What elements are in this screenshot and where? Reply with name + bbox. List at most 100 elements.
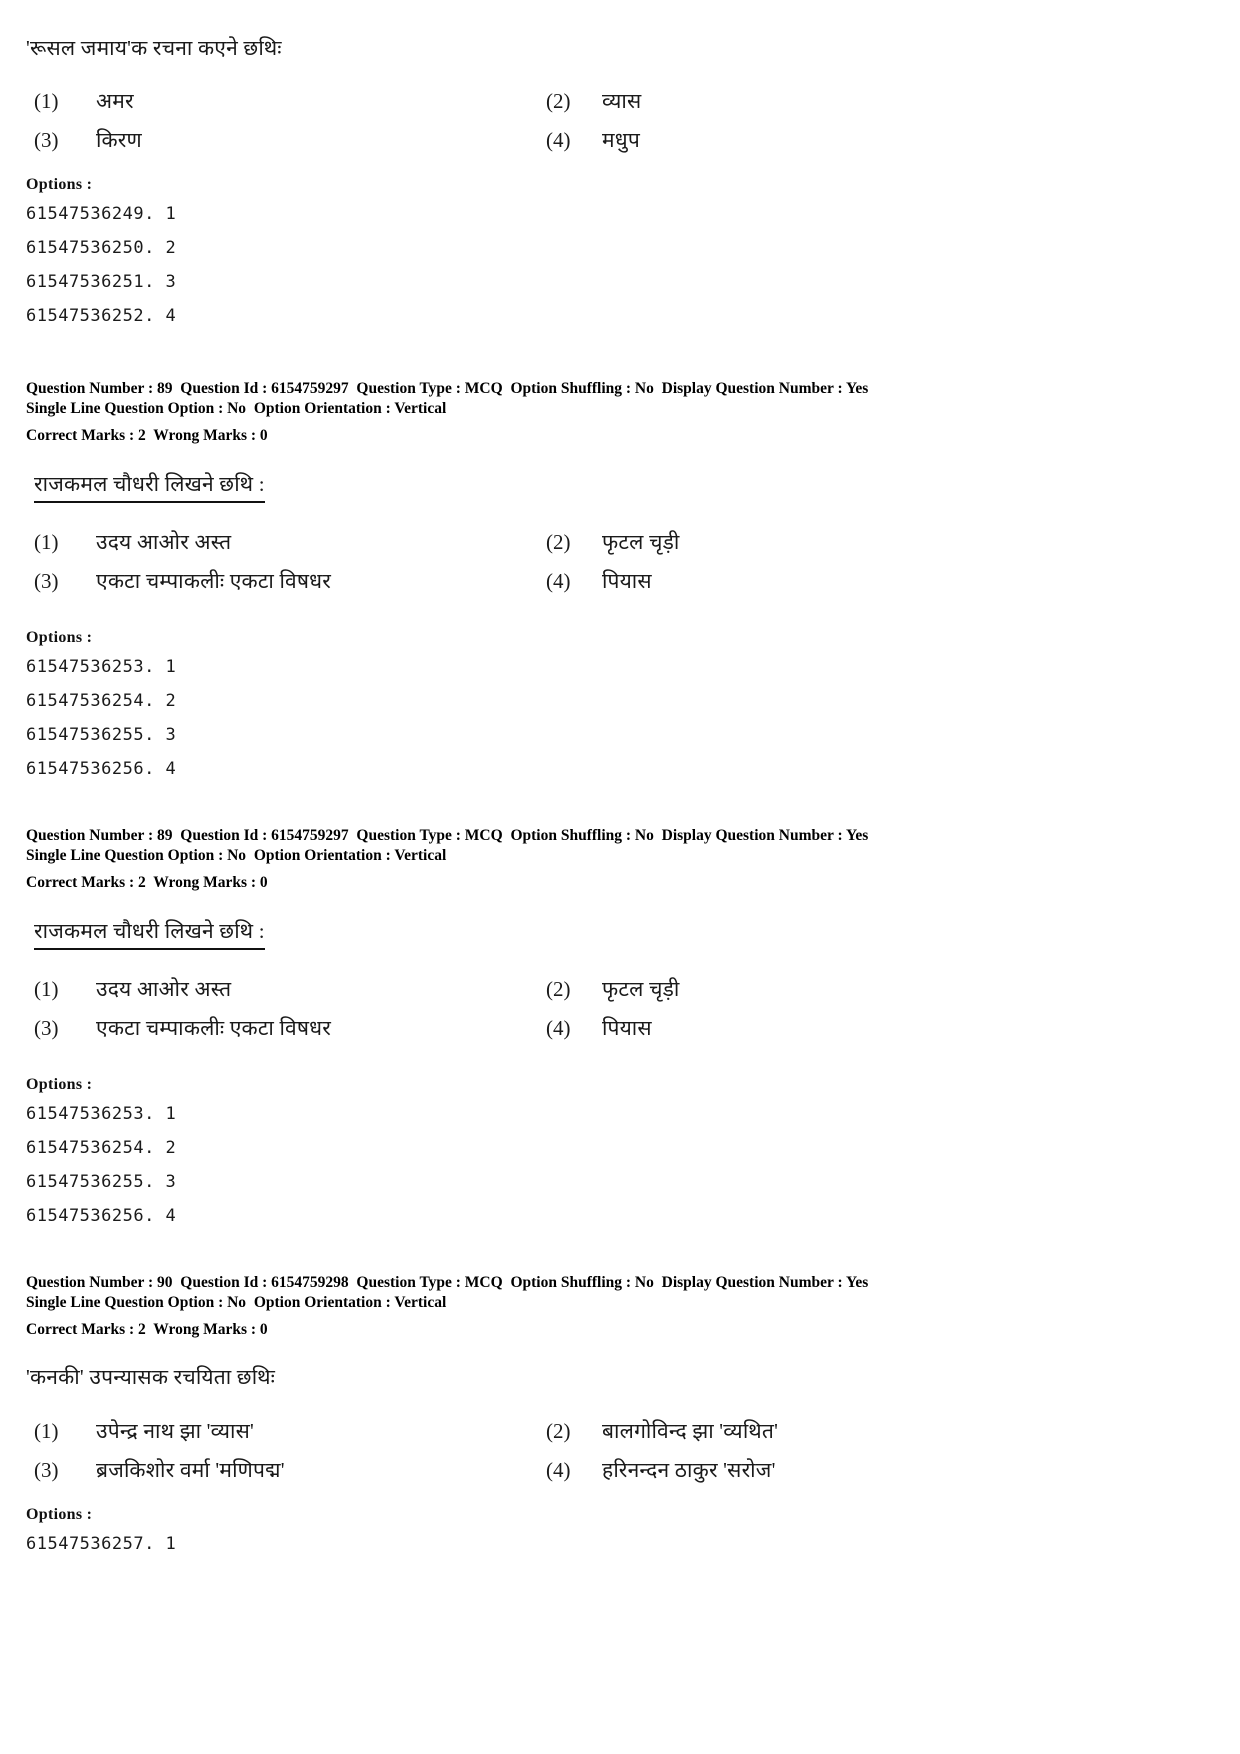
meta-line-2: Single Line Question Option : No Option … xyxy=(26,1293,1216,1313)
meta-label-display-question-number: Display Question Number : xyxy=(661,380,843,398)
option-id-row: 61547536256. 4 xyxy=(26,759,177,780)
option-id-row: 61547536257. 1 xyxy=(26,1533,177,1554)
meta-label-question-number: Question Number : xyxy=(26,380,154,398)
option-id-row: 61547536256. 4 xyxy=(26,1206,177,1226)
meta-label-question-id: Question Id : xyxy=(180,1274,268,1291)
meta-value-question-id: 6154759297 xyxy=(271,827,349,845)
option-2[interactable]: (2) फृटल चृड़ी xyxy=(546,523,1216,562)
options-heading: Options : xyxy=(26,176,93,194)
option-id-row: 61547536254. 2 xyxy=(26,691,177,712)
option-2[interactable]: (2) व्यास xyxy=(546,82,1216,121)
option-number: (1) xyxy=(34,977,59,1001)
option-text: अमर xyxy=(96,89,134,114)
meta-line-1: Question Number : 90 Question Id : 61547… xyxy=(26,1273,1216,1293)
option-number: (1) xyxy=(34,89,59,114)
option-2[interactable]: (2) बालगोविन्द झा 'व्यथित' xyxy=(546,1412,1216,1451)
option-number: (2) xyxy=(546,530,571,555)
meta-label-question-id: Question Id : xyxy=(180,380,268,398)
meta-value-question-number: 89 xyxy=(157,827,173,845)
meta-label-correct-marks: Correct Marks : xyxy=(26,427,135,444)
option-4[interactable]: (4) मधुप xyxy=(546,121,1216,160)
option-id-row: 61547536255. 3 xyxy=(26,1172,177,1192)
option-1[interactable]: (1) उदय आओर अस्त xyxy=(26,970,546,1009)
option-grid: (1) उपेन्द्र नाथ झा 'व्यास' (2) बालगोविन… xyxy=(26,1412,1216,1490)
meta-label-option-orientation: Option Orientation : xyxy=(253,847,391,864)
option-id-row: 61547536254. 2 xyxy=(26,1138,177,1158)
option-text: उपेन्द्र नाथ झा 'व्यास' xyxy=(96,1418,255,1443)
options-heading: Options : xyxy=(26,1076,93,1093)
option-number: (3) xyxy=(34,1016,59,1040)
option-text: एकटा चम्पाकलीः एकटा विषधर xyxy=(96,1016,332,1040)
meta-label-wrong-marks: Wrong Marks : xyxy=(153,1320,257,1338)
option-text: उदय आओर अस्त xyxy=(96,977,232,1001)
meta-label-option-orientation: Option Orientation : xyxy=(253,400,391,418)
option-number: (2) xyxy=(546,1418,571,1443)
option-number: (4) xyxy=(546,128,571,153)
meta-value-wrong-marks: 0 xyxy=(259,427,268,444)
meta-label-display-question-number: Display Question Number : xyxy=(661,1274,843,1291)
meta-label-option-shuffling: Option Shuffling : xyxy=(510,1274,632,1291)
meta-label-option-shuffling: Option Shuffling : xyxy=(510,827,632,845)
meta-line-1: Question Number : 89 Question Id : 61547… xyxy=(26,826,1216,846)
meta-value-question-number: 89 xyxy=(157,380,173,398)
meta-label-wrong-marks: Wrong Marks : xyxy=(153,873,257,891)
option-text: व्यास xyxy=(602,89,642,114)
option-number: (1) xyxy=(34,530,59,555)
question-block: Question Number : 90 Question Id : 61547… xyxy=(26,1273,1216,1561)
question-stem: राजकमल चौधरी लिखने छथि : xyxy=(34,470,265,504)
meta-label-correct-marks: Correct Marks : xyxy=(26,1320,135,1338)
meta-label-option-orientation: Option Orientation : xyxy=(253,1293,391,1311)
meta-label-question-type: Question Type : xyxy=(356,1274,461,1291)
option-3[interactable]: (3) एकटा चम्पाकलीः एकटा विषधर xyxy=(26,562,546,601)
meta-value-question-id: 6154759297 xyxy=(271,380,349,398)
option-1[interactable]: (1) उपेन्द्र नाथ झा 'व्यास' xyxy=(26,1412,546,1451)
option-text: बालगोविन्द झा 'व्यथित' xyxy=(602,1418,779,1443)
page-content: 'रूसल जमाय'क रचना कएने छथिः (1) अमर (2) … xyxy=(26,0,1216,1561)
meta-value-single-line: No xyxy=(227,847,247,864)
meta-value-question-type: MCQ xyxy=(464,1274,503,1291)
option-id-row: 61547536253. 1 xyxy=(26,657,177,678)
option-number: (4) xyxy=(546,1457,571,1482)
question-stem: राजकमल चौधरी लिखने छथि : xyxy=(34,917,265,950)
option-3[interactable]: (3) एकटा चम्पाकलीः एकटा विषधर xyxy=(26,1009,546,1048)
meta-value-option-orientation: Vertical xyxy=(394,847,447,864)
option-number: (2) xyxy=(546,89,571,114)
question-block: Question Number : 89 Question Id : 61547… xyxy=(26,379,1216,786)
meta-line-marks: Correct Marks : 2 Wrong Marks : 0 xyxy=(26,1320,1216,1340)
meta-value-wrong-marks: 0 xyxy=(259,873,268,891)
option-number: (1) xyxy=(34,1418,59,1443)
option-text: उदय आओर अस्त xyxy=(96,530,232,555)
option-text: पियास xyxy=(602,1016,652,1040)
option-number: (3) xyxy=(34,569,59,594)
option-3[interactable]: (3) किरण xyxy=(26,121,546,160)
meta-label-question-number: Question Number : xyxy=(26,1274,154,1291)
option-id-row: 61547536251. 3 xyxy=(26,272,177,293)
option-4[interactable]: (4) पियास xyxy=(546,562,1216,601)
option-text: पियास xyxy=(602,569,652,594)
meta-value-single-line: No xyxy=(227,1293,247,1311)
option-2[interactable]: (2) फृटल चृड़ी xyxy=(546,970,1216,1009)
meta-label-single-line: Single Line Question Option : xyxy=(26,847,224,864)
meta-value-correct-marks: 2 xyxy=(138,1320,146,1338)
option-1[interactable]: (1) अमर xyxy=(26,82,546,121)
option-text: एकटा चम्पाकलीः एकटा विषधर xyxy=(96,569,332,594)
meta-value-question-id: 6154759298 xyxy=(271,1274,349,1291)
meta-value-display-question-number: Yes xyxy=(845,827,869,845)
meta-label-question-id: Question Id : xyxy=(180,827,268,845)
option-4[interactable]: (4) पियास xyxy=(546,1009,1216,1048)
option-grid: (1) उदय आओर अस्त (2) फृटल चृड़ी (3) एकटा… xyxy=(26,970,1216,1048)
meta-line-2: Single Line Question Option : No Option … xyxy=(26,846,1216,866)
option-3[interactable]: (3) ब्रजकिशोर वर्मा 'मणिपद्म' xyxy=(26,1451,546,1490)
meta-label-single-line: Single Line Question Option : xyxy=(26,1293,224,1311)
option-1[interactable]: (1) उदय आओर अस्त xyxy=(26,523,546,562)
meta-value-display-question-number: Yes xyxy=(845,1274,869,1291)
option-4[interactable]: (4) हरिनन्दन ठाकुर 'सरोज' xyxy=(546,1451,1216,1490)
option-number: (4) xyxy=(546,569,571,594)
